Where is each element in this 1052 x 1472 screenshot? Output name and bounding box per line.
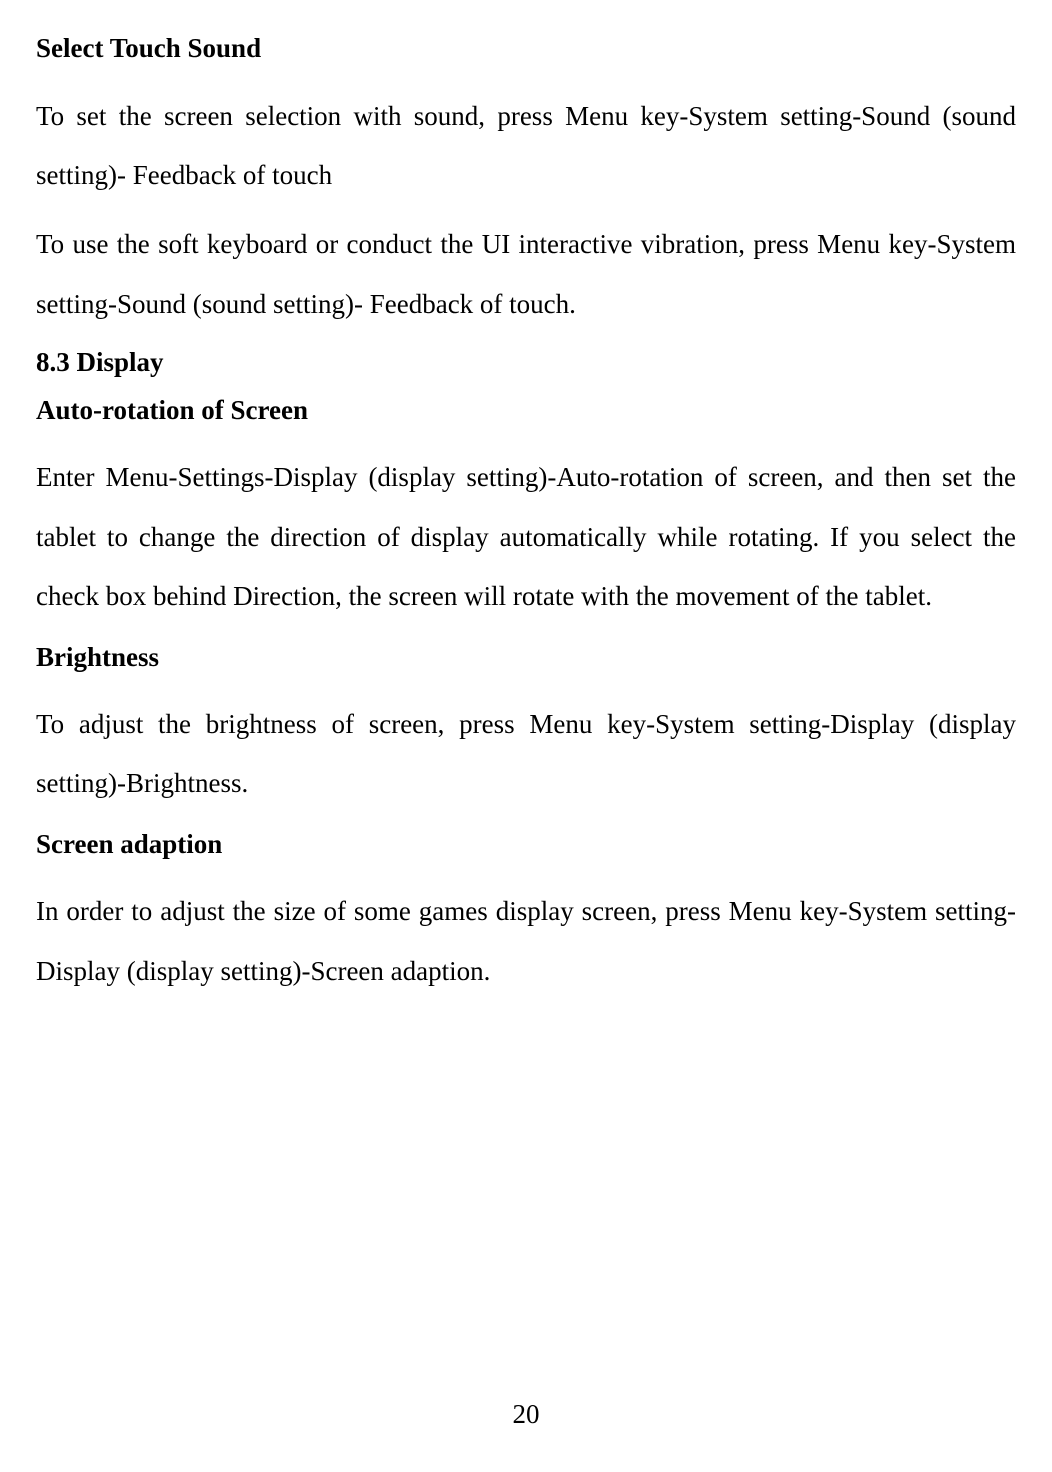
paragraph-auto-rotation: Enter Menu-Settings-Display (display set…: [36, 448, 1016, 626]
paragraph-screen-adaption: In order to adjust the size of some game…: [36, 882, 1016, 1001]
heading-brightness: Brightness: [36, 637, 1016, 678]
heading-screen-adaption: Screen adaption: [36, 824, 1016, 865]
heading-select-touch-sound: Select Touch Sound: [36, 28, 1016, 69]
heading-auto-rotation: Auto-rotation of Screen: [36, 390, 1016, 431]
paragraph-touch-sound-2: To use the soft keyboard or conduct the …: [36, 215, 1016, 334]
paragraph-touch-sound-1: To set the screen selection with sound, …: [36, 87, 1016, 206]
paragraph-brightness: To adjust the brightness of screen, pres…: [36, 695, 1016, 814]
section-8-3-display: 8.3 Display: [36, 344, 1016, 382]
page-number: 20: [0, 1399, 1052, 1430]
